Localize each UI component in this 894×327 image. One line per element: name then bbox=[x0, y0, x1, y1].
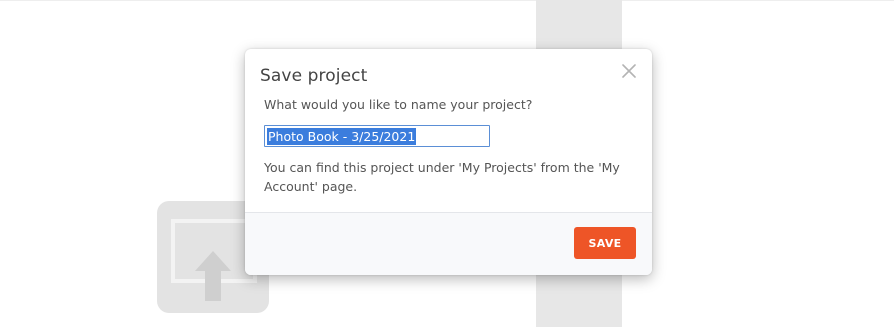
project-name-value: Photo Book - 3/25/2021 bbox=[267, 127, 417, 145]
close-icon[interactable] bbox=[621, 63, 637, 79]
save-button[interactable]: SAVE bbox=[574, 227, 636, 259]
dialog-title: Save project bbox=[260, 66, 368, 86]
page: Save project What would you like to name… bbox=[0, 0, 894, 327]
top-divider bbox=[0, 0, 894, 1]
project-name-input[interactable]: Photo Book - 3/25/2021 bbox=[264, 125, 490, 147]
save-project-dialog: Save project What would you like to name… bbox=[245, 49, 652, 275]
project-location-info: You can find this project under 'My Proj… bbox=[264, 160, 620, 194]
name-prompt: What would you like to name your project… bbox=[264, 97, 533, 112]
upload-arrow-icon bbox=[195, 251, 231, 301]
